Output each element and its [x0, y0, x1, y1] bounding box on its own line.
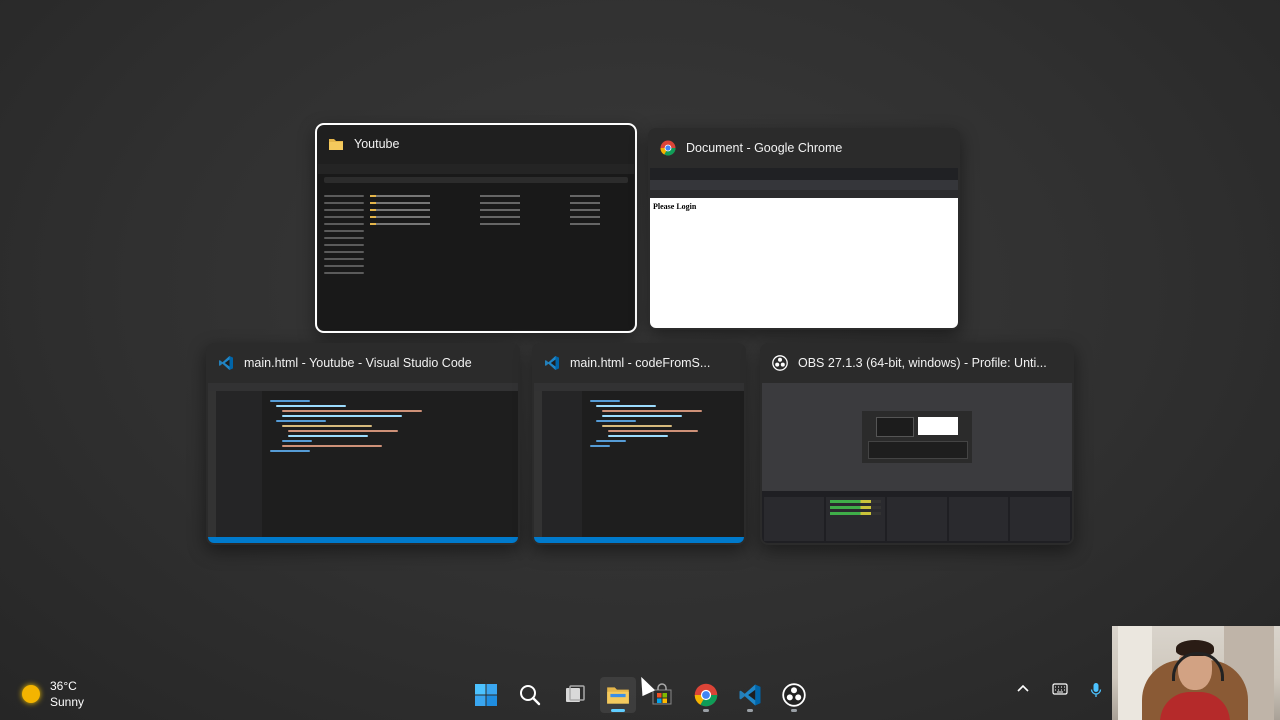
window-title: Youtube: [354, 137, 400, 151]
window-title: main.html - codeFromS...: [570, 356, 711, 370]
window-preview: Please Login: [650, 168, 958, 328]
taskbar-app-file-explorer[interactable]: [600, 677, 636, 713]
window-card-explorer[interactable]: Youtube: [315, 123, 637, 333]
window-card-header: Youtube: [316, 124, 636, 164]
folder-icon: [329, 139, 343, 150]
window-card-header: main.html - codeFromS...: [532, 343, 746, 383]
window-card-header: Document - Google Chrome: [648, 128, 960, 168]
keyboard-icon: [1052, 683, 1068, 695]
taskbar-app-obs[interactable]: [776, 677, 812, 713]
show-hidden-icons-button[interactable]: [1016, 682, 1030, 699]
window-title: Document - Google Chrome: [686, 141, 843, 155]
sunny-icon: [22, 685, 40, 703]
chrome-icon: [660, 140, 676, 156]
search-button[interactable]: [512, 677, 548, 713]
vscode-icon: [739, 684, 761, 706]
webcam-overlay: [1112, 626, 1280, 720]
window-title: OBS 27.1.3 (64-bit, windows) - Profile: …: [798, 356, 1047, 370]
keyboard-button[interactable]: [1052, 682, 1068, 699]
vscode-icon: [545, 356, 559, 370]
window-card-vscode-youtube[interactable]: main.html - Youtube - Visual Studio Code: [206, 343, 520, 545]
window-preview: [762, 383, 1072, 543]
window-card-vscode-codefroms[interactable]: main.html - codeFromS...: [532, 343, 746, 545]
chevron-up-icon: [1017, 684, 1029, 692]
preview-page-text: Please Login: [653, 202, 697, 211]
taskbar-app-chrome[interactable]: [688, 677, 724, 713]
window-preview: [534, 383, 744, 543]
task-view-icon: [566, 685, 585, 702]
window-card-obs[interactable]: OBS 27.1.3 (64-bit, windows) - Profile: …: [760, 343, 1074, 545]
microphone-button[interactable]: [1090, 682, 1102, 701]
weather-condition: Sunny: [50, 695, 85, 709]
task-view-button[interactable]: [557, 677, 593, 713]
weather-widget[interactable]: 36°C Sunny: [22, 678, 84, 710]
taskbar-app-vscode[interactable]: [732, 677, 768, 713]
windows-start-icon: [475, 684, 497, 706]
microphone-icon: [1090, 683, 1102, 697]
start-button[interactable]: [468, 677, 504, 713]
window-preview: [208, 383, 518, 543]
file-explorer-icon: [607, 687, 629, 704]
chrome-icon: [694, 683, 718, 707]
window-card-header: main.html - Youtube - Visual Studio Code: [206, 343, 520, 383]
window-card-chrome[interactable]: Document - Google Chrome Please Login: [648, 128, 960, 330]
vscode-icon: [219, 356, 233, 370]
window-preview: [318, 164, 634, 330]
window-title: main.html - Youtube - Visual Studio Code: [244, 356, 472, 370]
weather-temperature: 36°C: [50, 679, 77, 693]
obs-icon: [772, 355, 788, 371]
window-card-header: OBS 27.1.3 (64-bit, windows) - Profile: …: [760, 343, 1074, 383]
search-icon: [520, 685, 541, 706]
obs-icon: [782, 683, 806, 707]
